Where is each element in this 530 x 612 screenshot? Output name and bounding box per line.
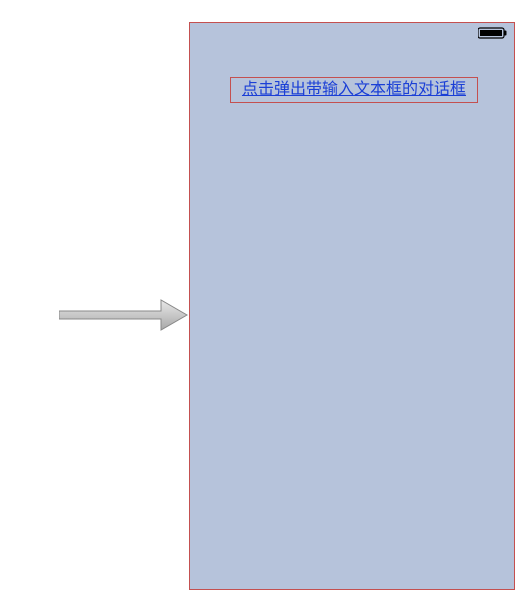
battery-icon	[478, 27, 508, 39]
button-label: 点击弹出带输入文本框的对话框	[242, 78, 466, 102]
device-frame: 点击弹出带输入文本框的对话框	[189, 22, 515, 590]
open-input-dialog-button[interactable]: 点击弹出带输入文本框的对话框	[230, 77, 478, 103]
arrow-icon	[59, 297, 189, 333]
